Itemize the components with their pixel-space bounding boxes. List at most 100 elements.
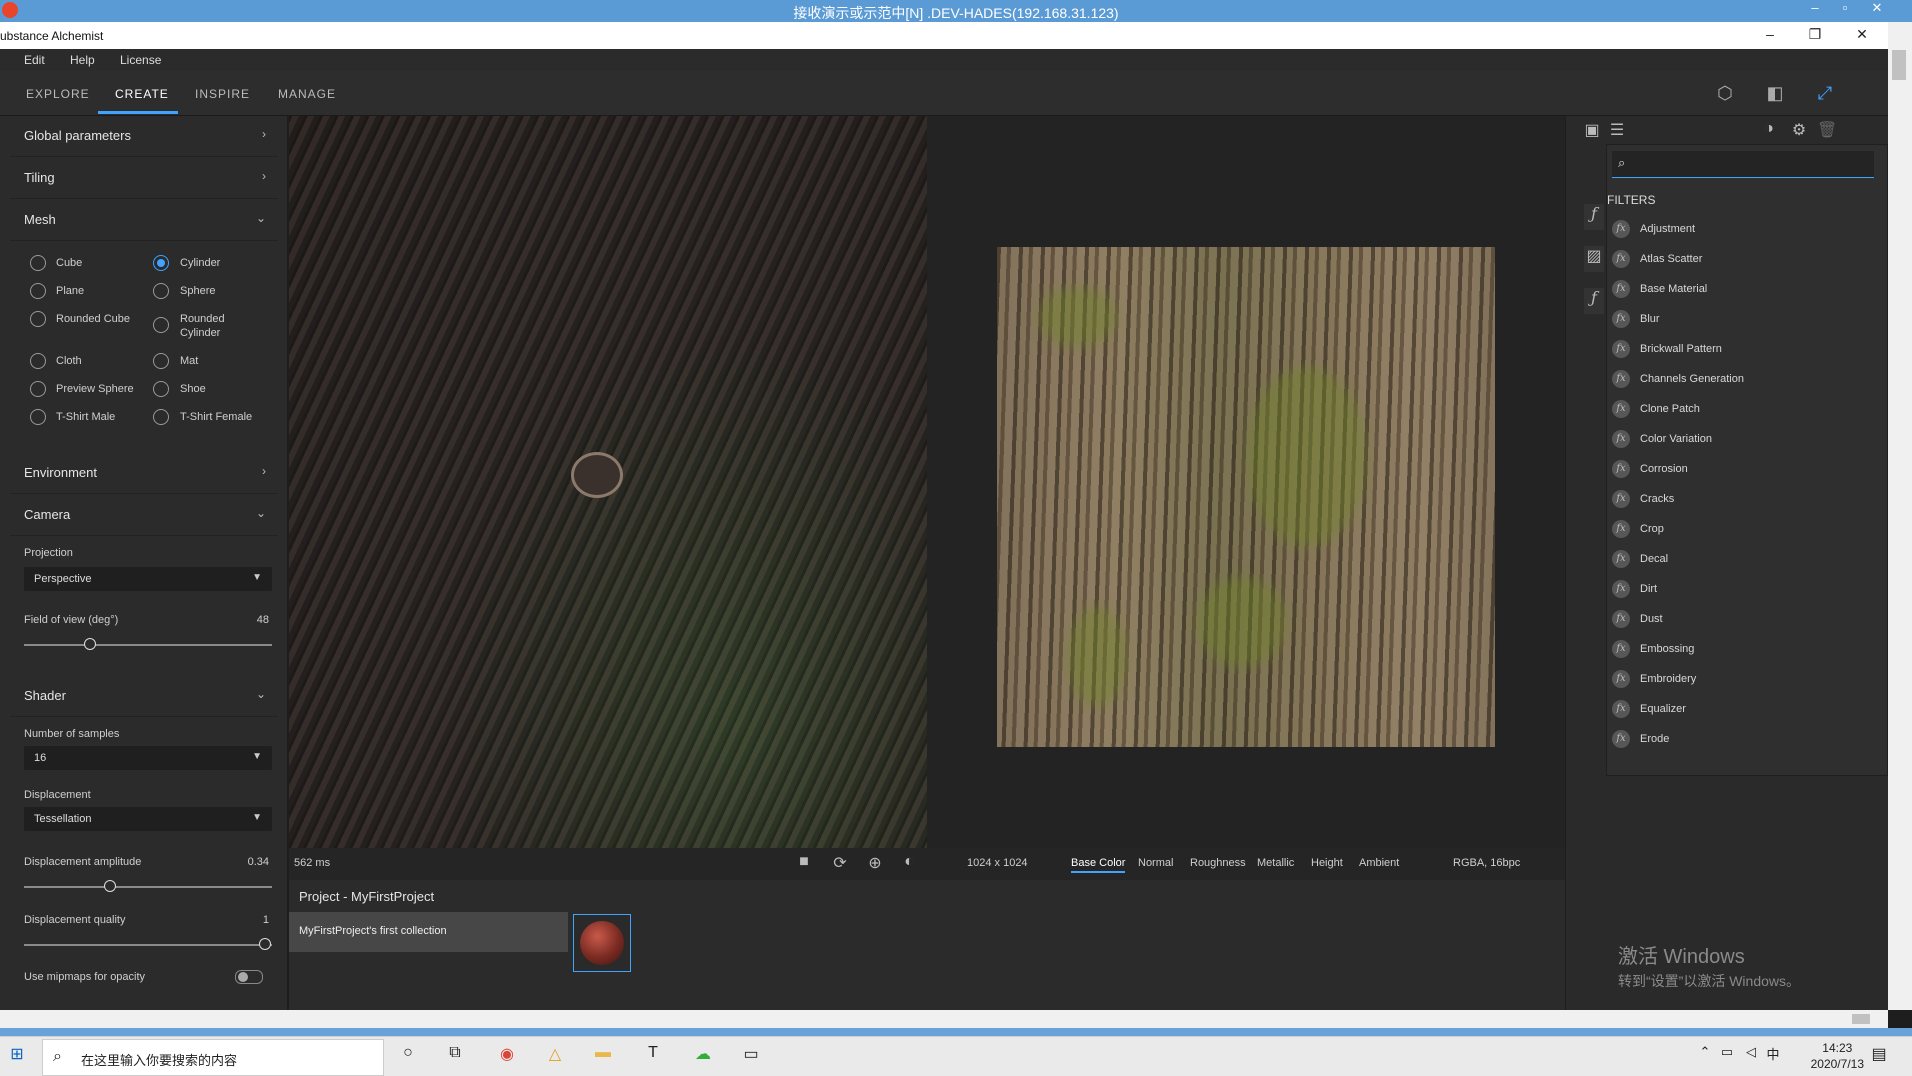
search-field[interactable]: ⌕ [1612,151,1874,178]
radio-rounded-cylinder[interactable] [153,317,169,333]
horizontal-scrollbar[interactable] [0,1010,1888,1028]
disp-quality-slider-track[interactable] [24,944,272,946]
app-minimize-icon[interactable]: – [1755,26,1785,42]
notification-icon[interactable]: ▤ [1866,1044,1892,1068]
displacement-select[interactable]: Tessellation ▼ [24,807,272,831]
split-view-icon[interactable]: ⤢ [1814,83,1836,103]
filter-item[interactable]: fx Crop [1612,519,1872,541]
vertical-scrollbar[interactable] [1888,22,1912,1010]
taskbar-search[interactable]: ⌕ 在这里输入你要搜索的内容 [42,1039,384,1076]
app-triangle-icon[interactable]: △ [542,1044,568,1068]
scroll-thumb[interactable] [1852,1014,1870,1024]
network-icon[interactable]: ▭ [1714,1044,1740,1068]
tab-create[interactable]: CREATE [115,87,169,101]
filter-item[interactable]: fx Atlas Scatter [1612,249,1872,271]
scroll-thumb[interactable] [1892,50,1906,80]
menu-license[interactable]: License [120,53,161,67]
radio-mat[interactable] [153,353,169,369]
radio-cloth[interactable] [30,353,46,369]
disp-quality-slider-knob[interactable] [259,938,271,950]
tab-explore[interactable]: EXPLORE [26,87,90,101]
samples-select[interactable]: 16 ▼ [24,746,272,770]
filter-item[interactable]: fx Color Variation [1612,429,1872,451]
filter-item[interactable]: fx Base Material [1612,279,1872,301]
wechat-icon[interactable]: ☁ [690,1044,716,1068]
filter-item[interactable]: fx Embossing [1612,639,1872,661]
filter-item[interactable]: fx Embroidery [1612,669,1872,691]
file-explorer-icon[interactable]: ▬ [590,1044,616,1068]
fx-icon[interactable]: ƒ [1584,204,1604,230]
layout-icon[interactable]: ◧ [1764,83,1786,103]
fov-slider-track[interactable] [24,644,272,646]
search-input[interactable] [1638,154,1872,176]
filter-item[interactable]: fx Equalizer [1612,699,1872,721]
mipmaps-toggle[interactable] [235,970,263,984]
3d-viewport[interactable] [289,116,927,880]
image-icon[interactable]: ▨ [1584,246,1604,272]
fx-icon[interactable]: ƒ [1584,288,1604,314]
filter-item[interactable]: fx Erode [1612,729,1872,751]
section-tiling[interactable]: Tiling › [10,158,278,199]
collection-item[interactable]: MyFirstProject's first collection [289,912,568,952]
radio-rounded-cube[interactable] [30,311,46,327]
filter-item[interactable]: fx Decal [1612,549,1872,571]
app-restore-icon[interactable]: ❐ [1800,26,1830,43]
section-global-parameters[interactable]: Global parameters › [10,116,278,157]
layers-icon[interactable]: ☰ [1607,120,1627,140]
clock[interactable]: 14:23 2020/7/13 [1811,1040,1864,1072]
filter-item[interactable]: fx Cracks [1612,489,1872,511]
section-camera[interactable]: Camera ⌄ [10,495,278,536]
restore-icon[interactable]: ▫ [1830,0,1860,15]
3d-view-icon[interactable]: ⬡ [1714,83,1736,103]
filter-item[interactable]: fx Dust [1612,609,1872,631]
camera-icon[interactable]: ■ [794,853,814,873]
tab-manage[interactable]: MANAGE [278,87,336,101]
menu-help[interactable]: Help [70,53,95,67]
close-icon[interactable]: ✕ [1862,0,1892,16]
filter-item[interactable]: fx Corrosion [1612,459,1872,481]
ime-indicator[interactable]: 中 [1760,1044,1786,1068]
radio-shoe[interactable] [153,381,169,397]
radio-plane[interactable] [30,283,46,299]
radio-tshirt-male[interactable] [30,409,46,425]
radio-preview-sphere[interactable] [30,381,46,397]
radio-sphere[interactable] [153,283,169,299]
cortana-icon[interactable]: ○ [395,1044,421,1068]
channel-normal[interactable]: Normal [1138,857,1173,869]
fov-slider-knob[interactable] [84,638,96,650]
radio-tshirt-female[interactable] [153,409,169,425]
task-view-icon[interactable]: ⧉ [442,1044,468,1068]
filter-item[interactable]: fx Dirt [1612,579,1872,601]
projection-select[interactable]: Perspective ▼ [24,567,272,591]
filter-item[interactable]: fx Brickwall Pattern [1612,339,1872,361]
menu-edit[interactable]: Edit [24,53,45,67]
settings-icon[interactable]: ⚙ [1789,120,1809,140]
filter-item[interactable]: fx Adjustment [1612,219,1872,241]
save-icon[interactable]: ▣ [1582,120,1602,140]
mask-icon[interactable]: ◑ [1759,120,1779,140]
section-environment[interactable]: Environment › [10,453,278,494]
channel-metallic[interactable]: Metallic [1257,857,1294,869]
filter-item[interactable]: fx Clone Patch [1612,399,1872,421]
section-shader[interactable]: Shader ⌄ [10,676,278,717]
channel-height[interactable]: Height [1311,857,1343,869]
disp-amp-slider-track[interactable] [24,886,272,888]
radio-cube[interactable] [30,255,46,271]
section-mesh[interactable]: Mesh ⌄ [10,200,278,241]
tab-inspire[interactable]: INSPIRE [195,87,250,101]
chrome-icon[interactable]: ◉ [494,1044,520,1068]
app-close-icon[interactable]: ✕ [1847,26,1877,43]
typora-icon[interactable]: T [640,1044,666,1068]
2d-viewport[interactable] [927,116,1565,848]
channel-base-color[interactable]: Base Color [1071,857,1126,873]
channel-roughness[interactable]: Roughness [1190,857,1246,869]
remote-desktop-icon[interactable]: ▭ [738,1044,764,1068]
channel-ambient[interactable]: Ambient [1359,857,1399,869]
filter-item[interactable]: fx Blur [1612,309,1872,331]
globe-icon[interactable]: ⊕ [865,853,885,873]
radio-cylinder[interactable] [153,255,169,271]
material-thumbnail[interactable] [573,914,631,972]
trash-icon[interactable]: 🗑 [1817,120,1837,140]
disp-amp-slider-knob[interactable] [104,880,116,892]
minimize-icon[interactable]: – [1800,0,1830,15]
